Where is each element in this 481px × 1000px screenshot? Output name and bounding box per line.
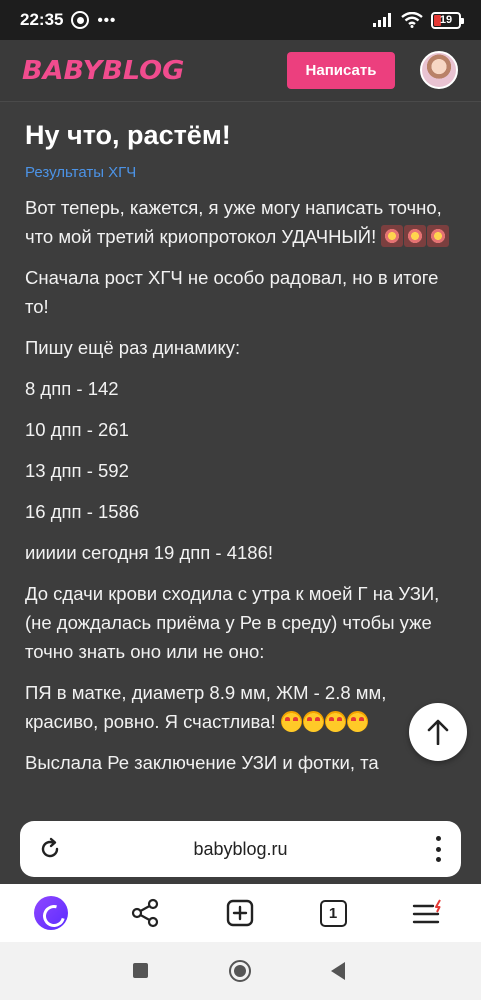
arrow-up-icon [427, 719, 449, 745]
new-tab-button[interactable] [223, 896, 257, 930]
notification-icon [71, 11, 90, 29]
post-paragraph: 10 дпп - 261 [25, 419, 129, 440]
address-bar[interactable]: babyblog.ru [20, 821, 461, 877]
post-paragraph: Вот теперь, кажется, я уже могу написать… [25, 193, 456, 251]
post-paragraph: Пишу ещё раз динамику: [25, 337, 241, 358]
post-paragraph: До сдачи крови сходила с утра к моей Г н… [25, 583, 440, 662]
reload-icon[interactable] [38, 837, 62, 861]
paragraph-text: Вот теперь, кажется, я уже могу написать… [25, 197, 442, 247]
battery-level: 19 [439, 14, 453, 26]
post-paragraph: иииии сегодня 19 дпп - 4186! [25, 542, 274, 563]
post-paragraph: ПЯ в матке, диаметр 8.9 мм, ЖМ - 2.8 мм,… [25, 678, 456, 736]
post-paragraph: Сначала рост ХГЧ не особо радовал, но в … [25, 267, 439, 317]
browser-menu-button[interactable] [411, 896, 445, 930]
babyblog-logo[interactable]: BABYBLOG [22, 56, 184, 86]
alice-assistant-button[interactable] [34, 896, 68, 930]
plus-square-icon [226, 899, 254, 927]
wifi-icon [401, 12, 423, 28]
love-face-emoji-icon [280, 711, 302, 732]
post-title: Ну что, растём! [25, 120, 231, 150]
fireworks-emoji-icon [381, 225, 404, 247]
battery-icon: 19 [431, 11, 464, 29]
post-paragraph: 16 дпп - 1586 [25, 501, 140, 522]
post-body: Вот теперь, кажется, я уже могу написать… [25, 193, 456, 777]
share-icon [131, 898, 159, 928]
home-icon[interactable] [229, 960, 251, 982]
post-paragraph: 13 дпп - 592 [25, 460, 129, 481]
url-text[interactable]: babyblog.ru [193, 839, 287, 860]
alice-assistant-icon [34, 896, 68, 930]
status-left: 22:35 ••• [20, 10, 116, 30]
system-navigation-bar [0, 942, 481, 1000]
fireworks-emoji-icon [427, 225, 450, 247]
love-face-emoji-icon [302, 711, 324, 732]
site-header: BABYBLOG Написать [0, 40, 481, 102]
love-face-emoji-icon [324, 711, 346, 732]
menu-icon [412, 899, 441, 924]
scroll-to-top-button[interactable] [409, 703, 467, 761]
post-content: Ну что, растём! Результаты ХГЧ Вот тепер… [0, 102, 481, 812]
back-icon[interactable] [331, 962, 345, 980]
status-bar: 22:35 ••• 19 [0, 0, 481, 40]
recent-apps-icon[interactable] [133, 963, 148, 978]
more-vertical-icon[interactable] [435, 836, 441, 862]
tabs-count-icon: 1 [319, 899, 347, 927]
star-eyes-emoji-icon [346, 711, 368, 732]
post-paragraph: 8 дпп - 142 [25, 378, 119, 399]
status-time: 22:35 [20, 10, 64, 29]
status-right: 19 [373, 11, 464, 29]
user-avatar[interactable] [420, 51, 458, 89]
share-button[interactable] [128, 896, 162, 930]
fireworks-emoji-icon [404, 225, 427, 247]
status-more-dots: ••• [97, 11, 117, 29]
signal-icon [373, 13, 391, 27]
write-post-button[interactable]: Написать [287, 52, 395, 89]
post-paragraph: Выслала Ре заключение УЗИ и фотки, та [25, 752, 379, 773]
tabs-button[interactable]: 1 [316, 896, 350, 930]
browser-toolbar: 1 [0, 884, 481, 942]
post-tag-link[interactable]: Результаты ХГЧ [25, 163, 456, 183]
